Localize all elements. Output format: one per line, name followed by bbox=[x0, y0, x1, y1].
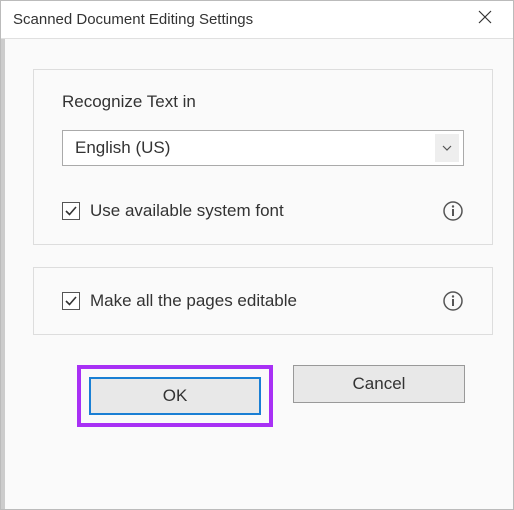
button-row: OK Cancel bbox=[33, 357, 493, 447]
system-font-row: Use available system font bbox=[62, 200, 464, 222]
recognize-text-label: Recognize Text in bbox=[62, 92, 464, 112]
editable-pages-checkbox[interactable] bbox=[62, 292, 80, 310]
editable-pages-panel: Make all the pages editable bbox=[33, 267, 493, 335]
system-font-left: Use available system font bbox=[62, 201, 284, 221]
editable-pages-row: Make all the pages editable bbox=[62, 290, 464, 312]
info-icon[interactable] bbox=[442, 290, 464, 312]
dialog-content: Recognize Text in English (US) Use avail… bbox=[1, 39, 513, 509]
close-icon bbox=[478, 10, 492, 29]
titlebar: Scanned Document Editing Settings bbox=[1, 1, 513, 39]
system-font-label: Use available system font bbox=[90, 201, 284, 221]
recognize-text-panel: Recognize Text in English (US) Use avail… bbox=[33, 69, 493, 245]
settings-dialog: Scanned Document Editing Settings Recogn… bbox=[0, 0, 514, 510]
chevron-down-icon bbox=[435, 134, 459, 162]
close-button[interactable] bbox=[465, 5, 505, 35]
dialog-title: Scanned Document Editing Settings bbox=[13, 11, 253, 28]
language-dropdown[interactable]: English (US) bbox=[62, 130, 464, 166]
ok-highlight: OK bbox=[77, 365, 273, 427]
system-font-checkbox[interactable] bbox=[62, 202, 80, 220]
editable-pages-label: Make all the pages editable bbox=[90, 291, 297, 311]
info-icon[interactable] bbox=[442, 200, 464, 222]
cancel-button[interactable]: Cancel bbox=[293, 365, 465, 403]
editable-pages-left: Make all the pages editable bbox=[62, 291, 297, 311]
ok-button[interactable]: OK bbox=[89, 377, 261, 415]
language-dropdown-value: English (US) bbox=[75, 138, 170, 158]
